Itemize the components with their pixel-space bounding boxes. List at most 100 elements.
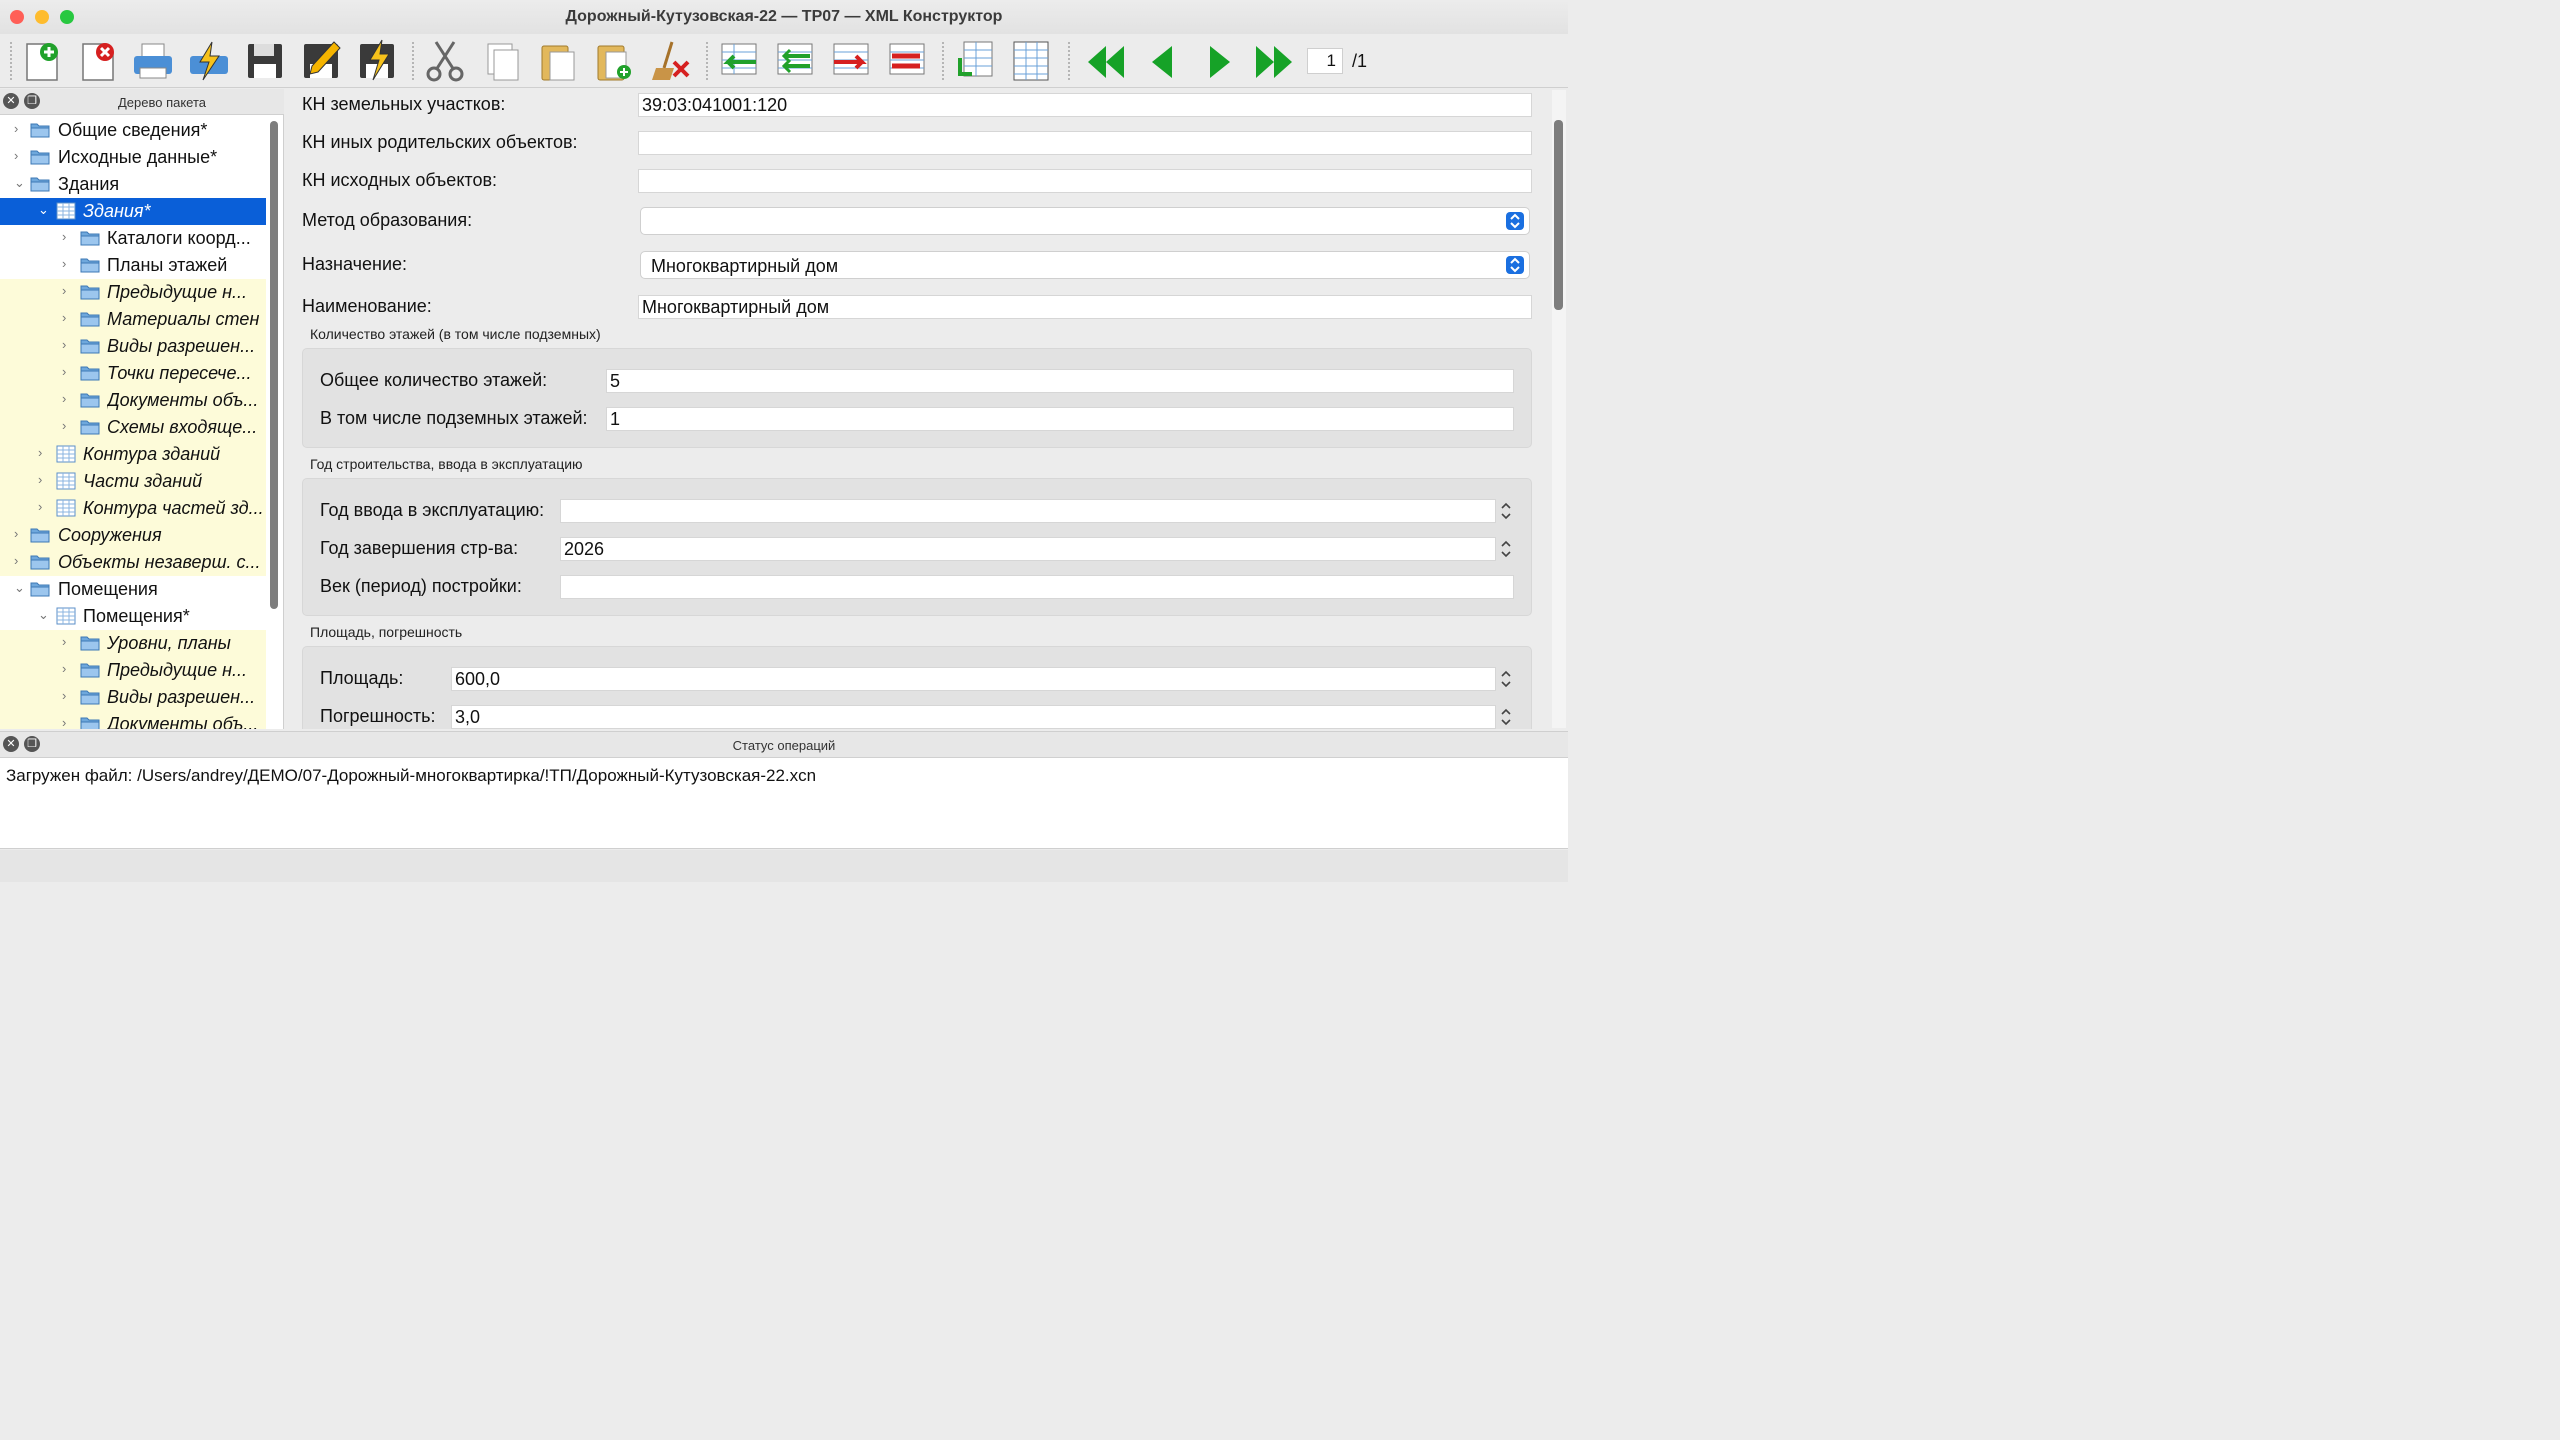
status-log: Загружен файл: /Users/andrey/ДЕМО/07-Дор…	[0, 757, 1568, 849]
tree-item[interactable]: › Документы объ...	[0, 711, 266, 729]
floors-under-input[interactable]: 1	[606, 407, 1514, 431]
table-red-rows-icon	[889, 43, 925, 75]
method-select[interactable]	[640, 207, 1530, 235]
sign-button[interactable]	[354, 38, 400, 84]
chevron-right-icon[interactable]: ›	[62, 391, 74, 406]
chevron-right-icon[interactable]: ›	[62, 715, 74, 729]
table-icon	[56, 607, 76, 625]
chevron-down-icon[interactable]: ⌄	[14, 580, 26, 596]
chevron-right-icon[interactable]: ›	[14, 148, 26, 163]
tree-item-label: Сооружения	[58, 525, 162, 545]
folder-icon	[30, 175, 50, 193]
tree-item[interactable]: › Предыдущие н...	[0, 279, 266, 306]
kn-parent-input[interactable]	[638, 131, 1532, 155]
row-delete-button[interactable]	[884, 38, 930, 84]
chevron-right-icon[interactable]: ›	[14, 553, 26, 568]
tree-scroll-thumb[interactable]	[270, 121, 278, 609]
tree-item[interactable]: › Материалы стен	[0, 306, 266, 333]
tree-item[interactable]: › Уровни, планы	[0, 630, 266, 657]
export-button[interactable]	[952, 38, 998, 84]
close-panel-icon[interactable]: ✕	[3, 93, 19, 109]
name-input[interactable]: Многоквартирный дом	[638, 295, 1532, 319]
chevron-right-icon[interactable]: ›	[62, 634, 74, 649]
new-document-button[interactable]	[20, 38, 66, 84]
chevron-down-icon[interactable]: ⌄	[38, 607, 50, 623]
tree-item[interactable]: › Предыдущие н...	[0, 657, 266, 684]
chevron-right-icon[interactable]: ›	[14, 121, 26, 136]
tree-item[interactable]: › Объекты незаверш. с...	[0, 549, 266, 576]
clear-button[interactable]	[648, 38, 694, 84]
tree-item[interactable]: › Общие сведения*	[0, 117, 266, 144]
tree-item[interactable]: › Точки пересече...	[0, 360, 266, 387]
error-input[interactable]: 3,0	[451, 705, 1496, 729]
year-commission-input[interactable]	[560, 499, 1496, 523]
chevron-right-icon[interactable]: ›	[38, 499, 50, 514]
first-page-button[interactable]	[1082, 38, 1128, 84]
form-scroll-thumb[interactable]	[1554, 120, 1563, 310]
kn-parent-label: КН иных родительских объектов:	[302, 132, 578, 152]
status-panel-title: Статус операций	[732, 738, 836, 753]
tree-item[interactable]: ⌄ Помещения*	[0, 603, 266, 630]
row-move-button[interactable]	[772, 38, 818, 84]
tree-item[interactable]: › Планы этажей	[0, 252, 266, 279]
area-input[interactable]: 600,0	[451, 667, 1496, 691]
kn-source-input[interactable]	[638, 169, 1532, 193]
chevron-right-icon[interactable]: ›	[62, 418, 74, 433]
next-page-button[interactable]	[1196, 38, 1242, 84]
print-button[interactable]	[130, 38, 176, 84]
folder-icon	[30, 553, 50, 571]
tree-item-label: Объекты незаверш. с...	[58, 552, 261, 572]
floors-total-input[interactable]: 5	[606, 369, 1514, 393]
validate-button[interactable]	[186, 38, 232, 84]
page-number-input[interactable]: 1	[1307, 48, 1343, 74]
tree-item[interactable]: › Схемы входяще...	[0, 414, 266, 441]
chevron-right-icon[interactable]: ›	[62, 256, 74, 271]
century-input[interactable]	[560, 575, 1514, 599]
year-built-input[interactable]: 2026	[560, 537, 1496, 561]
tree-item[interactable]: › Документы объ...	[0, 387, 266, 414]
purpose-select[interactable]: Многоквартирный дом	[640, 251, 1530, 279]
row-send-button[interactable]	[828, 38, 874, 84]
error-stepper-icon[interactable]	[1498, 705, 1514, 729]
kn-land-input[interactable]: 39:03:041001:120	[638, 93, 1532, 117]
copy-button[interactable]	[478, 38, 524, 84]
tree-item[interactable]: ⌄ Здания	[0, 171, 266, 198]
tree-item[interactable]: › Сооружения	[0, 522, 266, 549]
chevron-right-icon[interactable]: ›	[38, 445, 50, 460]
chevron-right-icon[interactable]: ›	[62, 688, 74, 703]
delete-document-button[interactable]	[76, 38, 122, 84]
year-commission-stepper-icon[interactable]	[1498, 499, 1514, 523]
prev-page-button[interactable]	[1140, 38, 1186, 84]
tree-item[interactable]: › Контура частей зд...	[0, 495, 266, 522]
tree-item[interactable]: › Каталоги коорд...	[0, 225, 266, 252]
chevron-down-icon[interactable]: ⌄	[14, 175, 26, 191]
chevron-right-icon[interactable]: ›	[14, 526, 26, 541]
year-built-stepper-icon[interactable]	[1498, 537, 1514, 561]
tree-item[interactable]: › Контура зданий	[0, 441, 266, 468]
tree-item[interactable]: › Виды разрешен...	[0, 684, 266, 711]
save-button[interactable]	[242, 38, 288, 84]
chevron-down-icon[interactable]: ⌄	[38, 202, 50, 218]
paste-button[interactable]	[534, 38, 580, 84]
last-page-button[interactable]	[1252, 38, 1298, 84]
tree-item[interactable]: › Виды разрешен...	[0, 333, 266, 360]
tree-item[interactable]: ⌄ Помещения	[0, 576, 266, 603]
chevron-right-icon[interactable]: ›	[62, 229, 74, 244]
chevron-right-icon[interactable]: ›	[62, 364, 74, 379]
float-panel-icon[interactable]: ❐	[24, 93, 40, 109]
chevron-right-icon[interactable]: ›	[62, 337, 74, 352]
area-stepper-icon[interactable]	[1498, 667, 1514, 691]
tree-item[interactable]: › Исходные данные*	[0, 144, 266, 171]
tree-item[interactable]: › Части зданий	[0, 468, 266, 495]
chevron-right-icon[interactable]: ›	[62, 310, 74, 325]
row-insert-button[interactable]	[716, 38, 762, 84]
table-view-button[interactable]	[1008, 38, 1054, 84]
edit-button[interactable]	[298, 38, 344, 84]
table-arrows-icon	[777, 43, 813, 75]
chevron-right-icon[interactable]: ›	[38, 472, 50, 487]
cut-button[interactable]	[422, 38, 468, 84]
tree-item[interactable]: ⌄ Здания*	[0, 198, 266, 225]
chevron-right-icon[interactable]: ›	[62, 283, 74, 298]
paste-new-button[interactable]	[590, 38, 636, 84]
chevron-right-icon[interactable]: ›	[62, 661, 74, 676]
